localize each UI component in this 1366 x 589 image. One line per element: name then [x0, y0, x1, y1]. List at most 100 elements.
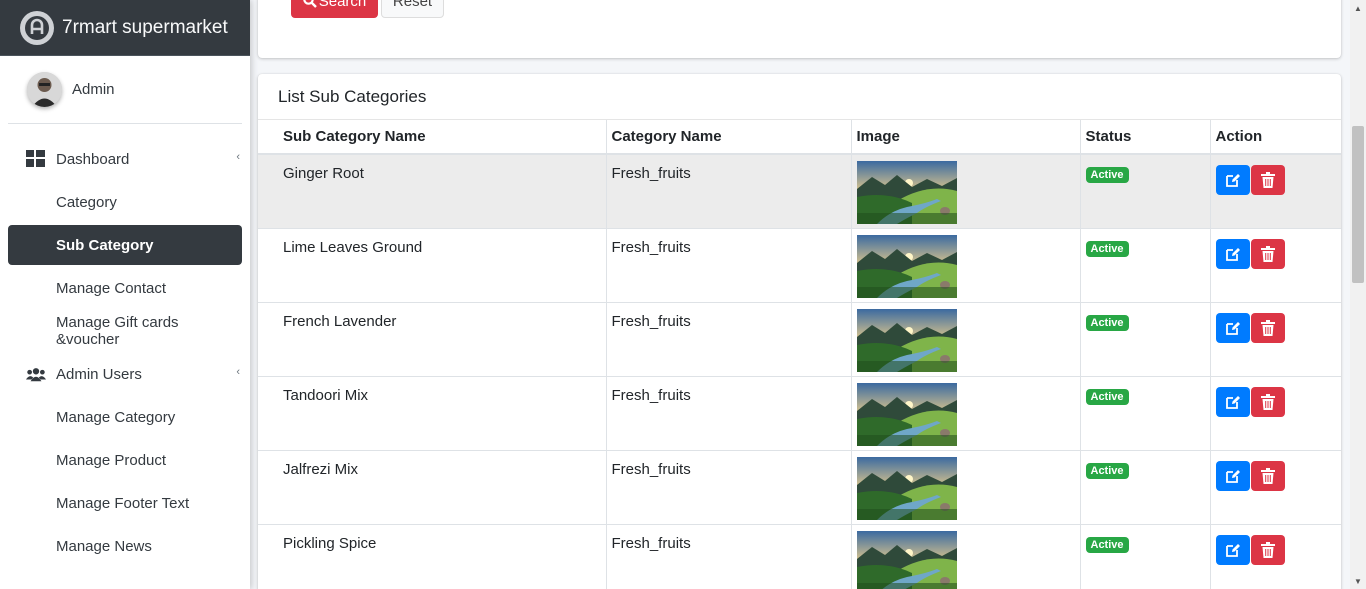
column-header[interactable]: Category Name — [605, 120, 852, 155]
trash-icon — [1260, 319, 1275, 336]
action-cell — [1209, 227, 1341, 303]
scrollbar-thumb[interactable] — [1352, 126, 1364, 283]
search-button[interactable]: Search — [291, 0, 378, 18]
sidebar-item-manage-gift-cards-voucher[interactable]: Manage Gift cards &voucher — [8, 311, 242, 351]
sub-category-image — [856, 456, 1080, 520]
category-name-cell: Fresh_fruits — [605, 375, 852, 451]
sub-category-name-cell: Jalfrezi Mix — [258, 449, 607, 525]
image-cell — [850, 449, 1081, 525]
delete-button[interactable] — [1250, 165, 1285, 195]
table-header-row: Sub Category Name Category Name Image St… — [258, 120, 1341, 155]
search-card: Search Reset — [258, 0, 1341, 58]
image-cell — [850, 301, 1081, 377]
status-cell: Active — [1079, 227, 1211, 303]
users-icon — [26, 364, 46, 384]
table-row: Tandoori Mix Fresh_fruits Active — [258, 375, 1341, 451]
edit-icon — [1225, 469, 1240, 483]
sidebar-item-label: Sub Category — [56, 236, 154, 254]
sidebar: 7rmart supermarket Admin Dashboard ‹ Categ… — [0, 0, 250, 589]
trash-icon — [1260, 393, 1275, 410]
category-name-cell: Fresh_fruits — [605, 153, 852, 229]
category-name-cell: Fresh_fruits — [605, 301, 852, 377]
image-cell — [850, 375, 1081, 451]
status-cell: Active — [1079, 375, 1211, 451]
edit-button[interactable] — [1215, 460, 1250, 491]
sidebar-item-label: Category — [56, 193, 117, 211]
column-header[interactable]: Action — [1209, 120, 1341, 155]
sub-category-name-cell: Tandoori Mix — [258, 375, 607, 451]
status-badge[interactable]: Active — [1085, 462, 1129, 479]
table-row: Lime Leaves Ground Fresh_fruits Active — [258, 227, 1341, 303]
delete-button[interactable] — [1250, 534, 1285, 565]
delete-button[interactable] — [1250, 312, 1285, 343]
edit-icon — [1225, 543, 1240, 557]
action-cell — [1209, 301, 1341, 377]
status-cell: Active — [1079, 523, 1211, 589]
action-cell — [1209, 153, 1341, 229]
sub-category-name-cell: Lime Leaves Ground — [258, 227, 607, 303]
status-cell: Active — [1079, 153, 1211, 229]
page-scrollbar[interactable]: ▲ ▼ — [1350, 0, 1366, 589]
status-badge[interactable]: Active — [1085, 314, 1129, 331]
status-cell: Active — [1079, 449, 1211, 525]
status-badge[interactable]: Active — [1085, 388, 1129, 405]
sidebar-item-category[interactable]: Category — [8, 182, 242, 222]
sidebar-item-label: Manage Category — [56, 408, 176, 426]
sub-category-image — [856, 234, 1080, 298]
action-cell — [1209, 523, 1341, 589]
avatar — [27, 72, 62, 107]
sidebar-item-sub-category[interactable]: Sub Category — [8, 225, 242, 265]
chevron-left-icon: ‹ — [236, 366, 240, 378]
brand-logo-icon — [20, 10, 54, 45]
search-button-label: Search — [318, 0, 367, 10]
category-name-cell: Fresh_fruits — [605, 523, 852, 589]
status-badge[interactable]: Active — [1085, 167, 1129, 183]
sub-category-image — [856, 161, 1080, 224]
sub-category-list-card: List Sub Categories Sub Category Name Ca… — [258, 74, 1341, 589]
edit-button[interactable] — [1215, 165, 1250, 195]
sidebar-item-manage-news[interactable]: Manage News — [8, 526, 242, 566]
scroll-down-arrow-icon[interactable]: ▼ — [1350, 573, 1366, 589]
image-cell — [850, 153, 1081, 229]
trash-icon — [1260, 172, 1275, 188]
edit-button[interactable] — [1215, 312, 1250, 343]
reset-button[interactable]: Reset — [381, 0, 444, 18]
table-row: French Lavender Fresh_fruits Active — [258, 301, 1341, 377]
sidebar-item-label: Manage Contact — [56, 279, 167, 297]
sidebar-item-admin-users[interactable]: Admin Users ‹ — [8, 354, 242, 394]
edit-button[interactable] — [1215, 238, 1250, 269]
action-cell — [1209, 375, 1341, 451]
sub-category-name-cell: Pickling Spice — [258, 523, 607, 589]
edit-button[interactable] — [1215, 386, 1250, 417]
brand-link[interactable]: 7rmart supermarket — [0, 0, 250, 56]
sidebar-item-manage-category[interactable]: Manage Category — [8, 397, 242, 437]
sidebar-item-manage-contact[interactable]: Manage Contact — [8, 268, 242, 308]
chevron-left-icon: ‹ — [236, 151, 240, 163]
edit-button[interactable] — [1215, 534, 1250, 565]
category-name-cell: Fresh_fruits — [605, 227, 852, 303]
table-row: Ginger Root Fresh_fruits Active — [258, 153, 1341, 229]
edit-icon — [1225, 395, 1240, 409]
dashboard-icon — [26, 149, 46, 169]
user-panel[interactable]: Admin — [8, 56, 242, 124]
status-badge[interactable]: Active — [1085, 240, 1129, 257]
status-badge[interactable]: Active — [1085, 536, 1129, 553]
delete-button[interactable] — [1250, 238, 1285, 269]
column-header[interactable]: Status — [1079, 120, 1211, 155]
user-name: Admin — [72, 81, 115, 98]
sidebar-item-manage-product[interactable]: Manage Product — [8, 440, 242, 480]
column-header[interactable]: Image — [850, 120, 1081, 155]
sidebar-item-manage-footer-text[interactable]: Manage Footer Text — [8, 483, 242, 523]
sub-category-image — [856, 530, 1080, 589]
sub-category-name-cell: French Lavender — [258, 301, 607, 377]
search-icon — [302, 0, 317, 8]
delete-button[interactable] — [1250, 460, 1285, 491]
scroll-up-arrow-icon[interactable]: ▲ — [1350, 0, 1366, 16]
delete-button[interactable] — [1250, 386, 1285, 417]
sidebar-item-dashboard[interactable]: Dashboard ‹ — [8, 139, 242, 179]
sub-category-image — [856, 308, 1080, 372]
sidebar-item-label: Admin Users — [56, 365, 142, 383]
sidebar-item-label: Manage News — [56, 537, 152, 555]
sidebar-item-label: Manage Footer Text — [56, 494, 190, 512]
column-header[interactable]: Sub Category Name — [258, 120, 607, 155]
